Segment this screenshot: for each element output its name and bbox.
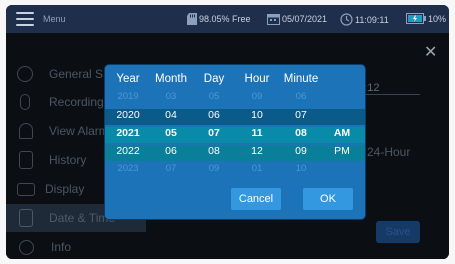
hour-value[interactable]: 09	[233, 91, 281, 102]
picker-row[interactable]: 2023 07 09 01 10	[105, 163, 365, 179]
picker-row-selected[interactable]: 2021 05 07 11 08 AM	[105, 127, 365, 143]
header-year: Year	[116, 73, 140, 85]
header-hour: Hour	[244, 73, 270, 85]
month-value[interactable]: 07	[147, 163, 195, 174]
date-text: 05/07/2021	[282, 14, 328, 24]
sidebar-item-label: Recording	[49, 95, 104, 109]
sidebar-item-info[interactable]: Info	[6, 233, 146, 259]
year-value[interactable]: 2019	[109, 91, 147, 102]
header-day: Day	[203, 73, 225, 85]
time-text: 11:09:11	[355, 14, 389, 25]
sidebar-item-label: View Alarm	[49, 124, 109, 138]
hour-value[interactable]: 01	[233, 163, 281, 174]
header-month: Month	[155, 73, 187, 85]
storage-status: 98.05% Free	[187, 13, 251, 25]
hour-value[interactable]: 12	[233, 145, 281, 157]
device-screen: Menu 98.05% Free 05/07/2021 11:09:11 10%…	[6, 5, 449, 259]
monitor-icon	[17, 182, 35, 196]
year-value[interactable]: 2021	[109, 127, 147, 139]
picker-row[interactable]: 2022 06 08 12 09 PM	[105, 145, 365, 161]
battery-status: 10%	[406, 13, 446, 24]
picker-header: Year Month Day Hour Minute	[105, 73, 365, 89]
minute-value[interactable]: 09	[277, 145, 325, 157]
minute-value[interactable]: 07	[277, 109, 325, 121]
sd-card-icon	[187, 13, 197, 25]
calendar-clock-icon	[19, 209, 33, 227]
am-pm-value[interactable]: AM	[325, 127, 359, 139]
sidebar-item-label: Display	[45, 182, 85, 196]
gear-icon	[17, 66, 33, 82]
sidebar-item-label: History	[49, 153, 87, 167]
date-time-picker-dialog: Year Month Day Hour Minute 2019 03 05 09…	[105, 65, 365, 219]
month-value[interactable]: 04	[147, 109, 195, 121]
picker-row[interactable]: 2020 04 06 10 07	[105, 109, 365, 125]
cancel-button[interactable]: Cancel	[231, 188, 281, 210]
battery-text: 10%	[428, 13, 447, 24]
sidebar-item-label: Info	[51, 240, 72, 254]
year-value[interactable]: 2020	[109, 109, 147, 121]
day-value[interactable]: 09	[195, 163, 233, 174]
month-value[interactable]: 06	[147, 145, 195, 157]
hamburger-menu-icon[interactable]	[16, 12, 34, 26]
header-minute: Minute	[283, 73, 319, 85]
year-value[interactable]: 2022	[109, 145, 147, 157]
hour-value[interactable]: 11	[233, 127, 281, 139]
battery-charging-icon	[406, 13, 426, 24]
date-status: 05/07/2021	[267, 13, 327, 25]
year-value[interactable]: 2023	[109, 163, 147, 174]
hour-value[interactable]: 10	[233, 109, 281, 121]
history-icon	[19, 151, 33, 169]
calendar-icon	[267, 14, 280, 25]
am-pm-value[interactable]: PM	[325, 145, 359, 157]
menu-label[interactable]: Menu	[43, 14, 66, 24]
day-value[interactable]: 05	[195, 91, 233, 102]
ok-button[interactable]: OK	[303, 188, 353, 210]
bell-icon	[19, 123, 33, 139]
minute-value[interactable]: 08	[277, 127, 325, 139]
info-icon	[19, 239, 34, 255]
sidebar-item-label: General S	[49, 67, 104, 81]
minute-value[interactable]: 10	[277, 163, 325, 174]
time-status: 11:09:11	[340, 13, 389, 26]
day-value[interactable]: 07	[195, 127, 233, 139]
status-bar: Menu 98.05% Free 05/07/2021 11:09:11 10%	[6, 5, 449, 33]
picker-row[interactable]: 2019 03 05 09 06	[105, 91, 365, 107]
month-value[interactable]: 03	[147, 91, 195, 102]
clock-icon	[340, 13, 353, 26]
minute-value[interactable]: 06	[277, 91, 325, 102]
storage-free-text: 98.05% Free	[199, 14, 251, 24]
day-value[interactable]: 06	[195, 109, 233, 121]
month-value[interactable]: 05	[147, 127, 195, 139]
microphone-icon	[20, 94, 30, 110]
day-value[interactable]: 08	[195, 145, 233, 157]
hour-format-label[interactable]: 24-Hour	[367, 145, 410, 159]
save-button[interactable]: Save	[376, 221, 420, 243]
close-icon[interactable]: ✕	[424, 45, 437, 61]
